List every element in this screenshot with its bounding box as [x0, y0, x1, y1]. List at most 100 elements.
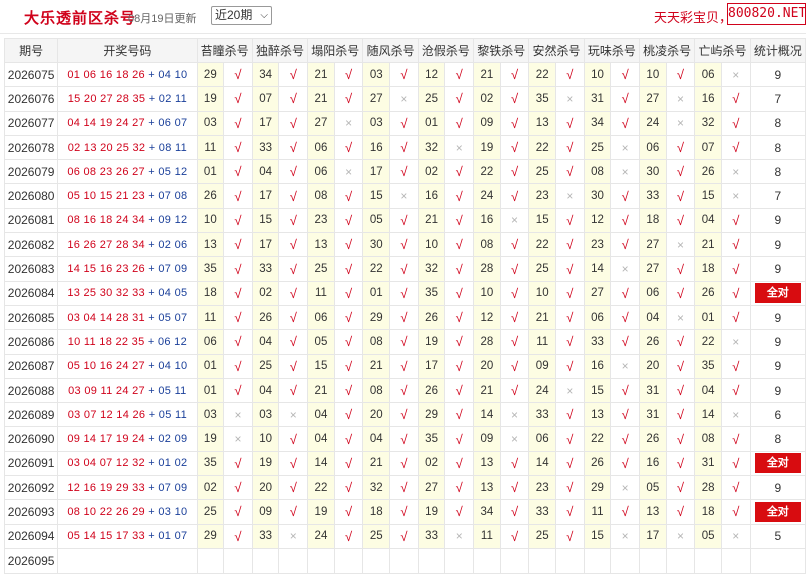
kill-number: 33: [251, 256, 280, 282]
kill-number: 33: [528, 499, 557, 525]
kill-number: 19: [417, 329, 446, 355]
kill-number: 06: [639, 280, 667, 306]
check-icon: √: [665, 256, 696, 282]
check-icon: √: [555, 61, 585, 88]
cross-icon: ×: [610, 475, 641, 501]
check-icon: √: [499, 523, 530, 549]
check-icon: √: [499, 86, 530, 112]
check-icon: √: [333, 377, 364, 404]
col-header-issue: 期号: [3, 38, 59, 63]
kill-number: 10: [196, 207, 225, 234]
kill-number: 10: [583, 61, 612, 88]
col-header-killer-3: 塌阳杀号: [307, 38, 364, 63]
kill-number: 10: [251, 426, 280, 452]
kill-number: 26: [694, 280, 722, 306]
check-icon: √: [278, 353, 309, 379]
kill-number: 18: [639, 207, 667, 234]
issue-number: 2026078: [3, 134, 59, 161]
kill-number: 17: [251, 232, 280, 258]
kill-number: 21: [417, 207, 446, 234]
cross-icon: ×: [499, 426, 530, 452]
kill-number: 25: [417, 86, 446, 112]
plus-sign: +: [148, 408, 156, 421]
check-icon: √: [278, 450, 309, 477]
kill-number: 02: [196, 475, 225, 501]
check-icon: √: [499, 134, 530, 161]
kill-number: 21: [694, 232, 722, 258]
check-icon: √: [665, 61, 696, 88]
table-row: 2026093 08 10 22 26 29 + 03 10 25 √ 09 √ 19 √ 18…: [3, 499, 806, 525]
table-row: 2026078 02 13 20 25 32 + 08 11 11 √ 33 √ 06 √ 16…: [3, 134, 806, 161]
check-icon: √: [333, 353, 364, 379]
kill-number: 14: [473, 402, 501, 428]
kill-number: 13: [473, 450, 501, 477]
kill-number: 31: [583, 86, 612, 112]
check-icon: √: [610, 280, 641, 306]
kill-number: 27: [417, 475, 446, 501]
front-numbers: 06 08 23 26 27: [67, 165, 145, 178]
check-icon: √: [665, 207, 696, 234]
front-numbers: 03 04 07 12 32: [67, 457, 145, 470]
back-numbers: 01 02: [158, 457, 188, 470]
check-icon: √: [444, 475, 475, 501]
kill-number: 06: [583, 304, 612, 331]
update-date: 08月19日更新: [128, 13, 197, 25]
draw-numbers: 08 16 18 24 34 + 09 12: [57, 207, 198, 234]
check-icon: √: [333, 61, 364, 88]
back-numbers: 05 11: [158, 384, 187, 397]
kill-number: 05: [362, 207, 391, 234]
kill-number: 19: [307, 499, 335, 525]
issue-number: 2026090: [3, 426, 59, 452]
plus-sign: +: [148, 92, 156, 105]
stat-cell: 9: [749, 329, 806, 355]
check-icon: √: [444, 183, 475, 209]
check-icon: √: [610, 499, 641, 525]
check-icon: √: [389, 523, 419, 549]
brand-text: 天天彩宝贝，: [654, 10, 733, 25]
cross-icon: ×: [665, 232, 696, 258]
period-select[interactable]: 近20期 ⌵: [211, 6, 272, 25]
kill-number: 04: [251, 159, 280, 185]
stat-cell: 9: [749, 353, 806, 379]
current-kill-number: 06: [251, 547, 280, 574]
kill-number: 01: [196, 353, 225, 379]
kill-number: 32: [417, 256, 446, 282]
brand-url-link[interactable]: 800820.NET: [727, 3, 806, 25]
front-numbers: 05 10 15 21 23: [67, 190, 145, 203]
check-icon: √: [278, 207, 309, 234]
kill-number: 16: [639, 450, 667, 477]
empty-cell: [278, 547, 309, 574]
stat-cell: 9: [749, 61, 806, 88]
issue-number: 2026081: [3, 207, 59, 234]
table-row: 2026087 05 10 16 24 27 + 04 10 01 √ 25 √ 15 √ 21…: [3, 353, 806, 379]
check-icon: √: [223, 450, 253, 477]
kill-number: 11: [528, 329, 557, 355]
current-kill-number: 04: [583, 547, 612, 574]
kill-number: 29: [196, 61, 225, 88]
current-issue-number: 2026095: [3, 547, 59, 574]
plus-sign: +: [148, 505, 156, 518]
kill-number: 18: [694, 256, 722, 282]
empty-cell: [720, 547, 751, 574]
kill-number: 35: [417, 280, 446, 306]
kill-number: 22: [362, 256, 391, 282]
check-icon: √: [444, 159, 475, 185]
col-header-killer-2: 独醉杀号: [251, 38, 309, 63]
kill-number: 32: [694, 110, 722, 136]
table-row: 2026076 15 20 27 28 35 + 02 11 19 √ 07 √ 21 √ 27…: [3, 86, 806, 112]
check-icon: √: [223, 523, 253, 549]
issue-number: 2026086: [3, 329, 59, 355]
kill-number: 26: [417, 377, 446, 404]
col-header-killer-5: 沧假杀号: [417, 38, 475, 63]
kill-number: 21: [307, 86, 335, 112]
kill-number: 31: [639, 402, 667, 428]
kill-number: 13: [196, 232, 225, 258]
table-row: 2026084 13 25 30 32 33 + 04 05 18 √ 02 √ 11 √ 01…: [3, 280, 806, 306]
stat-cell: 全对: [749, 450, 806, 477]
check-icon: √: [223, 159, 253, 185]
page-title: 大乐透前区杀号: [24, 10, 137, 27]
check-icon: √: [720, 499, 751, 525]
kill-number: 21: [528, 304, 557, 331]
check-icon: √: [333, 402, 364, 428]
check-icon: √: [444, 256, 475, 282]
